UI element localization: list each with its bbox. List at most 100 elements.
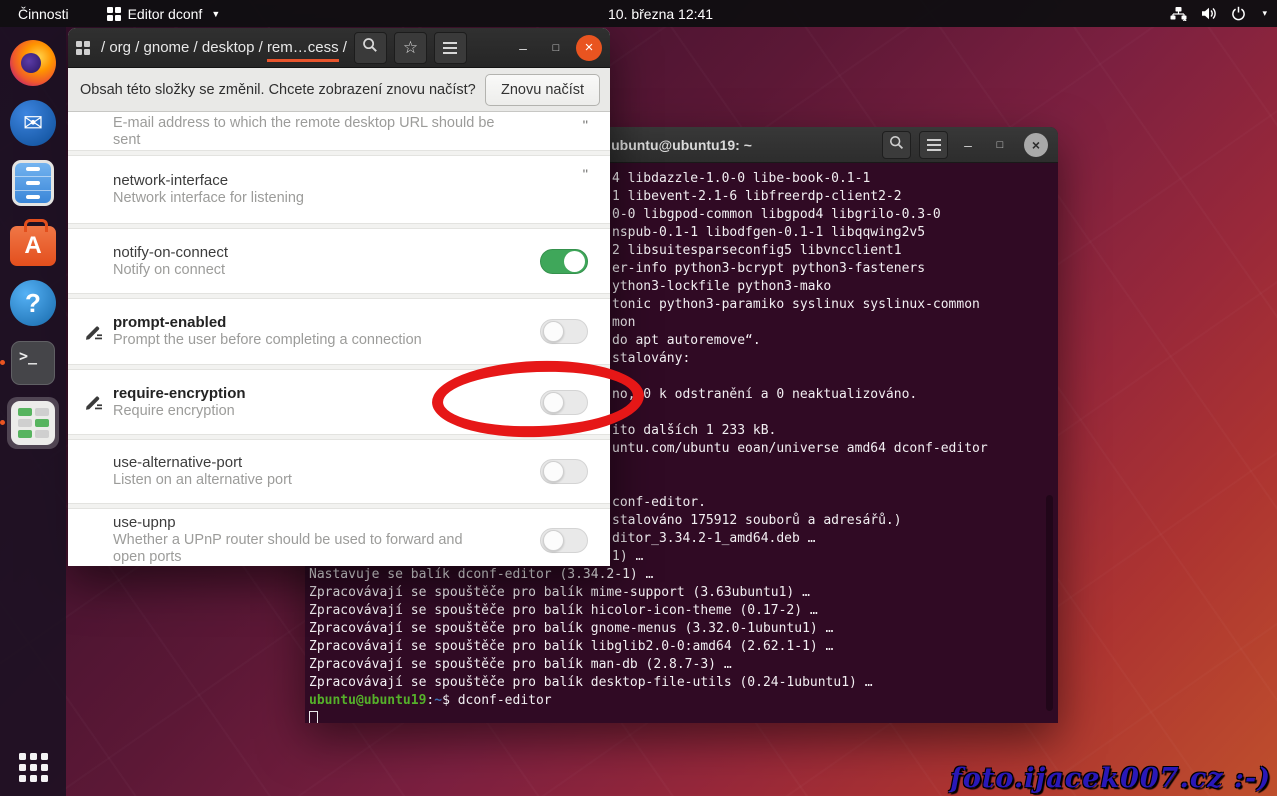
setting-row-notify-on-connect[interactable]: notify-on-connect Notify on connect [68,229,610,293]
dconf-close-button[interactable]: × [576,35,602,61]
setting-description: Network interface for listening [113,190,575,207]
activities-button[interactable]: Činnosti [12,6,75,22]
terminal-close-button[interactable]: × [1024,133,1048,157]
dock-item-thunderbird[interactable]: ✉ [7,97,59,149]
setting-description: E-mail address to which the remote deskt… [113,115,503,149]
setting-key: use-upnp [113,514,532,532]
terminal-line: Zpracovávají se spouštěče pro balík man-… [309,656,1054,674]
reload-button[interactable]: Znovu načíst [485,74,600,106]
hamburger-icon [443,42,457,54]
help-icon: ? [10,280,56,326]
terminal-line: Zpracovávají se spouštěče pro balík libg… [309,638,1054,656]
setting-description: Whether a UPnP router should be used to … [113,532,483,566]
setting-row-use-alternative-port[interactable]: use-alternative-port Listen on an altern… [68,440,610,503]
terminal-search-button[interactable] [882,131,911,159]
edited-pencil-icon [85,322,104,346]
search-icon [362,37,378,58]
dock-item-help[interactable]: ? [7,277,59,329]
running-indicator-dot [0,360,5,365]
terminal-cursor-line [309,710,1054,723]
setting-row-email[interactable]: E-mail address to which the remote deskt… [68,113,610,150]
setting-description: Notify on connect [113,262,532,279]
app-menu-button[interactable]: Editor dconf ▼ [101,6,227,22]
star-icon: ☆ [403,38,418,58]
dconf-maximize-button[interactable]: □ [543,42,569,54]
terminal-icon: >_ [11,341,55,385]
thunderbird-icon: ✉ [10,100,56,146]
firefox-icon [10,40,56,86]
top-bar: Činnosti Editor dconf ▼ 10. března 12:41… [0,0,1277,27]
system-status-area[interactable]: ▾ [1170,0,1267,27]
prompt-enabled-toggle[interactable] [540,319,588,344]
prompt-user-host: ubuntu@ubuntu19 [309,693,426,708]
setting-value: '' [583,117,596,133]
network-offline-icon [1170,6,1187,21]
app-menu-label: Editor dconf [128,6,203,22]
breadcrumb[interactable]: / org / gnome / desktop / rem…cess / [101,39,347,56]
notify-on-connect-toggle[interactable] [540,249,588,274]
setting-row-prompt-enabled[interactable]: prompt-enabled Prompt the user before co… [68,299,610,364]
prompt-command: dconf-editor [458,693,552,708]
terminal-line: Zpracovávají se spouštěče pro balík mime… [309,584,1054,602]
terminal-scrollbar[interactable] [1046,495,1053,711]
dconf-settings-list: E-mail address to which the remote deskt… [68,113,610,566]
dconf-minimize-button[interactable]: – [510,40,536,56]
dconf-bookmark-button[interactable]: ☆ [394,32,427,64]
dconf-menu-button[interactable] [434,32,467,64]
dock-item-files[interactable] [7,157,59,209]
dock-item-firefox[interactable] [7,37,59,89]
dconf-editor-window[interactable]: / org / gnome / desktop / rem…cess / ☆ –… [68,28,610,566]
edited-pencil-icon [85,392,104,416]
setting-value: '' [583,166,596,182]
setting-key: network-interface [113,172,575,190]
setting-row-network-interface[interactable]: network-interface Network interface for … [68,156,610,223]
breadcrumb-prefix[interactable]: / org / gnome / desktop / [101,39,267,56]
dconf-editor-icon [11,401,55,445]
dconf-search-button[interactable] [354,32,387,64]
envelope-icon: ✉ [23,109,43,138]
search-icon [889,135,904,155]
infobar-message: Obsah této složky se změnil. Chcete zobr… [80,82,476,98]
use-upnp-toggle[interactable] [540,528,588,553]
desktop: ubuntu@ubuntu19: ~ – □ × 4 libdazzle-1.0… [0,0,1277,796]
setting-description: Prompt the user before completing a conn… [113,332,532,349]
terminal-line: Zpracovávají se spouštěče pro balík hico… [309,602,1054,620]
files-icon [12,160,54,206]
terminal-menu-button[interactable] [919,131,948,159]
setting-description: Listen on an alternative port [113,472,532,489]
chevron-down-icon: ▾ [1262,8,1267,19]
setting-row-use-upnp[interactable]: use-upnp Whether a UPnP router should be… [68,509,610,566]
pathbar-root-icon[interactable] [76,41,90,55]
prompt-path: ~ [434,693,442,708]
watermark: foto.ijacek007.cz :-) [950,763,1271,794]
terminal-minimize-button[interactable]: – [956,137,980,153]
show-applications-button[interactable] [19,753,48,782]
hamburger-icon [927,139,941,151]
terminal-line: Zpracovávají se spouštěče pro balík desk… [309,674,1054,692]
breadcrumb-suffix[interactable]: / [339,39,347,56]
clock-button[interactable]: 10. března 12:41 [608,0,713,27]
terminal-line: Zpracovávají se spouštěče pro balík gnom… [309,620,1054,638]
chevron-down-icon: ▼ [211,9,220,19]
setting-key: prompt-enabled [113,314,532,332]
volume-icon [1201,6,1217,21]
setting-key: notify-on-connect [113,244,532,262]
dock-item-dconf-editor[interactable] [7,397,59,449]
terminal-line: Nastavuje se balík dconf-editor (3.34.2-… [309,566,1054,584]
dock-item-terminal[interactable]: >_ [7,337,59,389]
use-alternative-port-toggle[interactable] [540,459,588,484]
ubuntu-software-icon: A [10,226,56,266]
dock: ✉ A ? >_ [0,27,66,796]
window-grid-icon [107,7,121,21]
terminal-title: ubuntu@ubuntu19: ~ [611,137,752,153]
dock-item-ubuntu-software[interactable]: A [7,217,59,269]
dconf-titlebar[interactable]: / org / gnome / desktop / rem…cess / ☆ –… [68,28,610,68]
dconf-infobar: Obsah této složky se změnil. Chcete zobr… [68,68,610,112]
terminal-prompt-line: ubuntu@ubuntu19:~$ dconf-editor [309,692,1054,710]
terminal-maximize-button[interactable]: □ [988,139,1012,151]
terminal-cursor [309,711,318,723]
prompt-dollar: $ [442,693,458,708]
power-icon [1231,6,1246,21]
breadcrumb-current[interactable]: rem…cess [267,39,339,62]
setting-key: use-alternative-port [113,454,532,472]
